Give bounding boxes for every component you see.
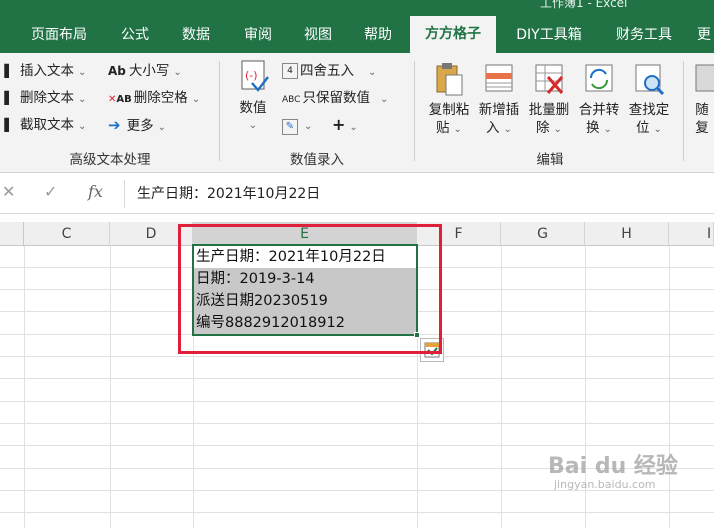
tab-diy-toolbox[interactable]: DIY工具箱	[506, 17, 592, 53]
insert-new-button[interactable]: 新增插 入 ⌄	[474, 61, 524, 139]
delete-text-button[interactable]: ▌ 删除文本 ⌄	[0, 87, 86, 109]
group-separator	[683, 61, 684, 161]
formula-bar: ✕ ✓ fx 生产日期：2021年10月22日	[0, 174, 714, 214]
insert-text-button[interactable]: ▌ 插入文本 ⌄	[0, 60, 86, 82]
random-icon	[690, 61, 714, 97]
gridline	[0, 423, 714, 424]
edit-pencil-icon: ✎	[282, 119, 298, 135]
formula-input[interactable]: 生产日期：2021年10月22日	[124, 180, 714, 208]
merge-convert-button[interactable]: 合并转 换 ⌄	[574, 61, 624, 139]
delete-space-button[interactable]: ✕AB 删除空格 ⌄	[108, 87, 200, 109]
group-label-number-entry: 数值录入	[290, 152, 344, 168]
tab-fangfang-gezi[interactable]: 方方格子	[410, 16, 496, 53]
gridline	[0, 445, 714, 446]
case-button[interactable]: Ab 大小写 ⌄	[108, 60, 182, 82]
value-icon: (-)	[236, 59, 270, 95]
svg-text:(-): (-)	[245, 69, 258, 82]
group-separator	[219, 61, 220, 161]
find-locate-button[interactable]: 查找定 位 ⌄	[624, 61, 674, 139]
merge-convert-icon	[582, 61, 616, 97]
insert-text-icon: ▌	[4, 64, 14, 78]
value-button[interactable]: (-) 数值 ⌄	[228, 59, 278, 135]
round-button[interactable]: 4 四舍五入 ⌄	[282, 60, 376, 82]
column-header-h[interactable]: H	[585, 222, 669, 246]
tab-view[interactable]: 视图	[292, 17, 344, 53]
delete-text-icon: ▌	[4, 91, 14, 105]
insert-rows-icon	[482, 61, 516, 97]
magnifier-icon	[632, 61, 666, 97]
abc-icon: ABC	[282, 95, 301, 105]
cancel-icon[interactable]: ✕	[2, 182, 15, 201]
clipboard-icon	[432, 61, 466, 97]
group-label-edit: 编辑	[536, 152, 564, 168]
gridline	[0, 378, 714, 379]
insert-function-icon[interactable]: fx	[88, 182, 103, 201]
batch-delete-button[interactable]: 批量删 除 ⌄	[524, 61, 574, 139]
tab-finance-tools[interactable]: 财务工具	[606, 17, 682, 53]
tab-review[interactable]: 审阅	[232, 17, 284, 53]
highlight-box	[178, 224, 442, 354]
random-button[interactable]: 随 复	[690, 61, 714, 137]
more-button[interactable]: ➔ 更多 ⌄	[108, 114, 166, 136]
ribbon: ▌ 插入文本 ⌄ ▌ 删除文本 ⌄ ▌ 截取文本 ⌄ Ab 大小写 ⌄ ✕AB 删除空格 ⌄ ➔ 更多…	[0, 53, 714, 173]
baidu-watermark: Bai du 经验 jingyan.baidu.com	[548, 448, 698, 526]
watermark-brand: Bai du 经验	[548, 454, 678, 479]
plus-icon: +	[332, 115, 346, 134]
keep-number-button[interactable]: ABC 只保留数值 ⌄	[282, 87, 388, 109]
select-all-corner[interactable]	[0, 222, 24, 246]
case-icon: Ab	[108, 64, 126, 78]
column-header-i[interactable]: I	[669, 222, 714, 246]
plus-dropdown-button[interactable]: + ⌄	[332, 114, 358, 136]
tab-data[interactable]: 数据	[170, 17, 222, 53]
delete-space-icon: ✕AB	[108, 94, 132, 105]
watermark-url: jingyan.baidu.com	[554, 478, 656, 491]
tab-more[interactable]: 更	[694, 17, 714, 53]
formula-bar-controls: ✕ ✓ fx	[0, 182, 122, 206]
gridline	[0, 401, 714, 402]
tab-page-layout[interactable]: 页面布局	[20, 17, 98, 53]
group-label-text-processing: 高级文本处理	[69, 152, 151, 168]
tab-help[interactable]: 帮助	[352, 17, 404, 53]
tab-formulas[interactable]: 公式	[110, 17, 160, 53]
column-header-c[interactable]: C	[24, 222, 110, 246]
format-dropdown-button[interactable]: ✎ ⌄	[282, 114, 312, 136]
batch-delete-icon	[532, 61, 566, 97]
cut-text-button[interactable]: ▌ 截取文本 ⌄	[0, 114, 86, 136]
column-header-g[interactable]: G	[501, 222, 585, 246]
group-separator	[414, 61, 415, 161]
gridline	[0, 356, 714, 357]
cut-text-icon: ▌	[4, 118, 14, 132]
window-title: 工作簿1 - Excel	[540, 0, 628, 10]
ribbon-tab-bar: 工作簿1 - Excel 页面布局 公式 数据 审阅 视图 帮助 方方格子 DI…	[0, 0, 714, 53]
confirm-icon[interactable]: ✓	[44, 182, 57, 201]
copy-paste-button[interactable]: 复制粘 贴 ⌄	[424, 61, 474, 139]
round-icon: 4	[282, 63, 298, 79]
arrow-right-icon: ➔	[108, 116, 121, 134]
